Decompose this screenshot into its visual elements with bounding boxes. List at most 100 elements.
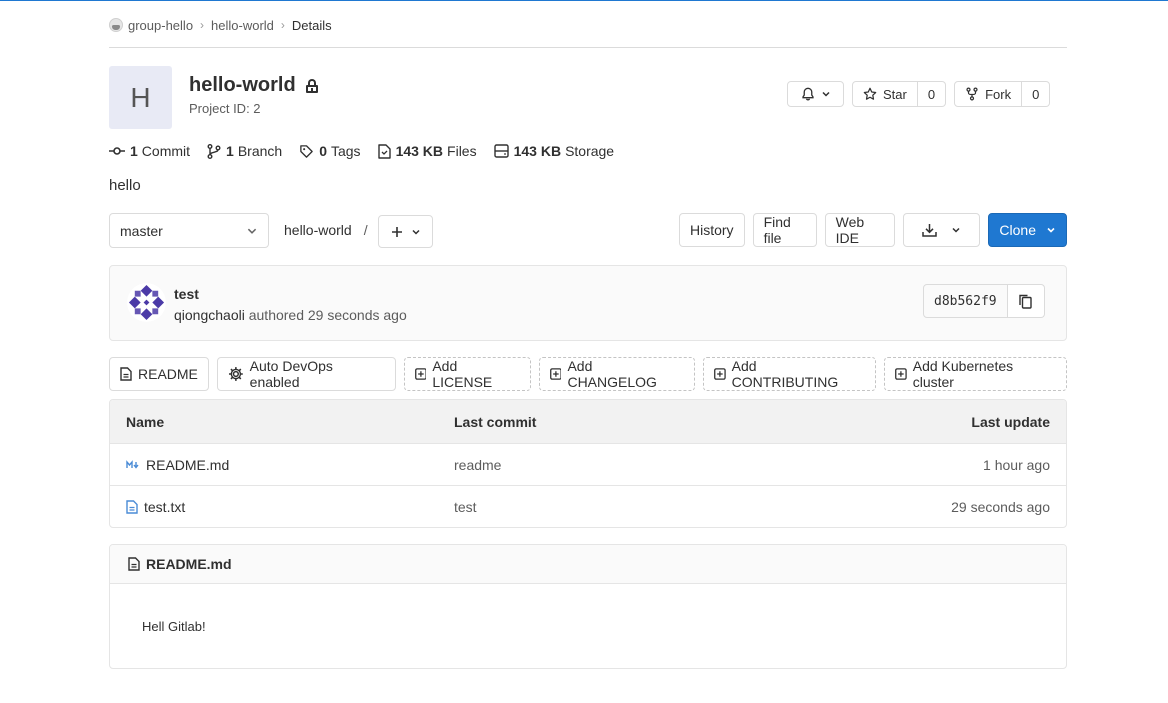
tree-actions: History Find file Web IDE Clone — [679, 213, 1067, 247]
chevron-down-icon — [952, 227, 960, 233]
branch-selector[interactable]: master — [109, 213, 269, 248]
stat-tags[interactable]: 0 Tags — [299, 143, 361, 159]
fork-count[interactable]: 0 — [1022, 81, 1051, 107]
file-table-header: Name Last commit Last update — [110, 400, 1066, 443]
chevron-down-icon — [1047, 227, 1055, 233]
table-row[interactable]: test.txt test 29 seconds ago — [110, 485, 1066, 527]
add-contributing-button[interactable]: Add CONTRIBUTING — [702, 357, 876, 391]
readme-button-label: README — [138, 366, 198, 382]
doc-icon — [120, 367, 132, 381]
tags-label: Tags — [330, 143, 361, 159]
plus-square-icon — [414, 368, 427, 380]
text-file-icon — [126, 499, 138, 514]
col-last-update: Last update — [971, 413, 1050, 430]
fork-icon — [966, 87, 978, 101]
doc-icon — [128, 557, 140, 571]
download-button[interactable] — [902, 213, 981, 247]
commits-count: 1 — [130, 143, 138, 159]
stat-branches[interactable]: 1 Branch — [207, 143, 282, 159]
commit-icon — [109, 147, 125, 155]
file-last-update: 29 seconds ago — [951, 498, 1050, 515]
readme-content: Hell Gitlab! — [142, 619, 206, 634]
history-button[interactable]: History — [679, 213, 745, 247]
stat-storage[interactable]: 143 KB Storage — [493, 143, 614, 159]
breadcrumb-group-link[interactable]: group-hello — [128, 18, 193, 33]
repo-path: hello-world / — [284, 222, 368, 238]
readme-file-link[interactable]: README.md — [146, 556, 232, 572]
file-last-commit[interactable]: readme — [454, 457, 501, 473]
file-last-commit[interactable]: test — [454, 499, 477, 515]
commit-title[interactable]: test — [174, 286, 199, 302]
star-label: Star — [883, 86, 907, 102]
branches-label: Branch — [237, 143, 283, 159]
star-button-group: Star 0 — [852, 81, 947, 107]
clone-label: Clone — [999, 222, 1036, 238]
project-stats: 1 Commit 1 Branch 0 Tags 143 KB Files 14… — [109, 143, 631, 159]
branch-icon — [207, 143, 221, 159]
path-root-link[interactable]: hello-world — [284, 222, 352, 238]
storage-size: 143 KB — [513, 143, 562, 159]
clone-button[interactable]: Clone — [988, 213, 1067, 247]
readme-panel: README.md Hell Gitlab! — [109, 544, 1067, 669]
file-link[interactable]: README.md — [146, 457, 229, 473]
web-ide-button[interactable]: Web IDE — [824, 213, 895, 247]
add-changelog-button[interactable]: Add CHANGELOG — [538, 357, 695, 391]
breadcrumb-chevron-icon: › — [280, 18, 285, 32]
tag-icon — [300, 144, 313, 158]
file-last-update: 1 hour ago — [983, 456, 1050, 473]
project-name: hello-world — [189, 74, 296, 96]
storage-icon — [493, 144, 509, 158]
file-name-cell: test.txt — [126, 499, 185, 515]
gear-icon — [228, 367, 243, 381]
download-icon — [922, 224, 937, 237]
commit-meta: qiongchaoli authored 29 seconds ago — [174, 307, 407, 323]
copy-sha-button[interactable] — [1007, 284, 1045, 318]
breadcrumb: group-hello › hello-world › Details — [109, 15, 332, 35]
auto-devops-label: Auto DevOps enabled — [249, 358, 333, 390]
copy-icon — [1019, 294, 1032, 309]
commit-author-link[interactable]: qiongchaoli — [174, 307, 245, 323]
tags-count: 0 — [319, 143, 327, 159]
fork-button[interactable]: Fork — [954, 81, 1023, 107]
star-count[interactable]: 0 — [917, 81, 947, 107]
notification-button[interactable] — [787, 81, 844, 107]
stat-files[interactable]: 143 KB Files — [377, 143, 477, 159]
plus-icon — [391, 226, 402, 237]
add-changelog-label: Add CHANGELOG — [567, 358, 657, 390]
find-file-button[interactable]: Find file — [752, 213, 817, 247]
plus-square-icon — [895, 368, 907, 380]
project-title: hello-world — [189, 74, 318, 97]
project-actions: Star 0 Fork 0 — [787, 81, 1051, 107]
readme-button[interactable]: README — [109, 357, 209, 391]
file-size-icon — [377, 143, 391, 159]
branch-selector-value: master — [120, 222, 163, 239]
fork-button-group: Fork 0 — [954, 81, 1051, 107]
auto-devops-button[interactable]: Auto DevOps enabled — [216, 357, 396, 391]
star-button[interactable]: Star — [852, 81, 918, 107]
add-kubernetes-button[interactable]: Add Kubernetes cluster — [883, 357, 1067, 391]
header-divider — [109, 47, 1067, 48]
breadcrumb-current[interactable]: Details — [292, 18, 332, 33]
group-avatar-icon — [109, 18, 123, 32]
add-to-tree-button[interactable] — [378, 215, 433, 248]
file-link[interactable]: test.txt — [144, 499, 185, 515]
bell-icon — [801, 87, 814, 101]
readme-header: README.md — [110, 545, 1066, 584]
star-icon — [863, 87, 877, 100]
col-name: Name — [126, 413, 165, 430]
add-license-button[interactable]: Add LICENSE — [403, 357, 531, 391]
fork-label: Fork — [985, 86, 1012, 102]
files-size: 143 KB — [395, 143, 444, 159]
branches-count: 1 — [226, 143, 234, 159]
table-row[interactable]: README.md readme 1 hour ago — [110, 443, 1066, 485]
stat-commits[interactable]: 1 Commit — [109, 143, 190, 159]
col-last-commit: Last commit — [454, 413, 537, 430]
breadcrumb-project-link[interactable]: hello-world — [211, 18, 274, 33]
commit-sha[interactable]: d8b562f9 — [923, 284, 1008, 318]
markdown-icon — [126, 459, 139, 469]
lock-icon — [305, 78, 318, 93]
identicon-icon — [127, 283, 166, 322]
add-kubernetes-label: Add Kubernetes cluster — [912, 358, 1014, 390]
author-avatar[interactable] — [127, 283, 166, 322]
chevron-down-icon — [247, 228, 257, 234]
